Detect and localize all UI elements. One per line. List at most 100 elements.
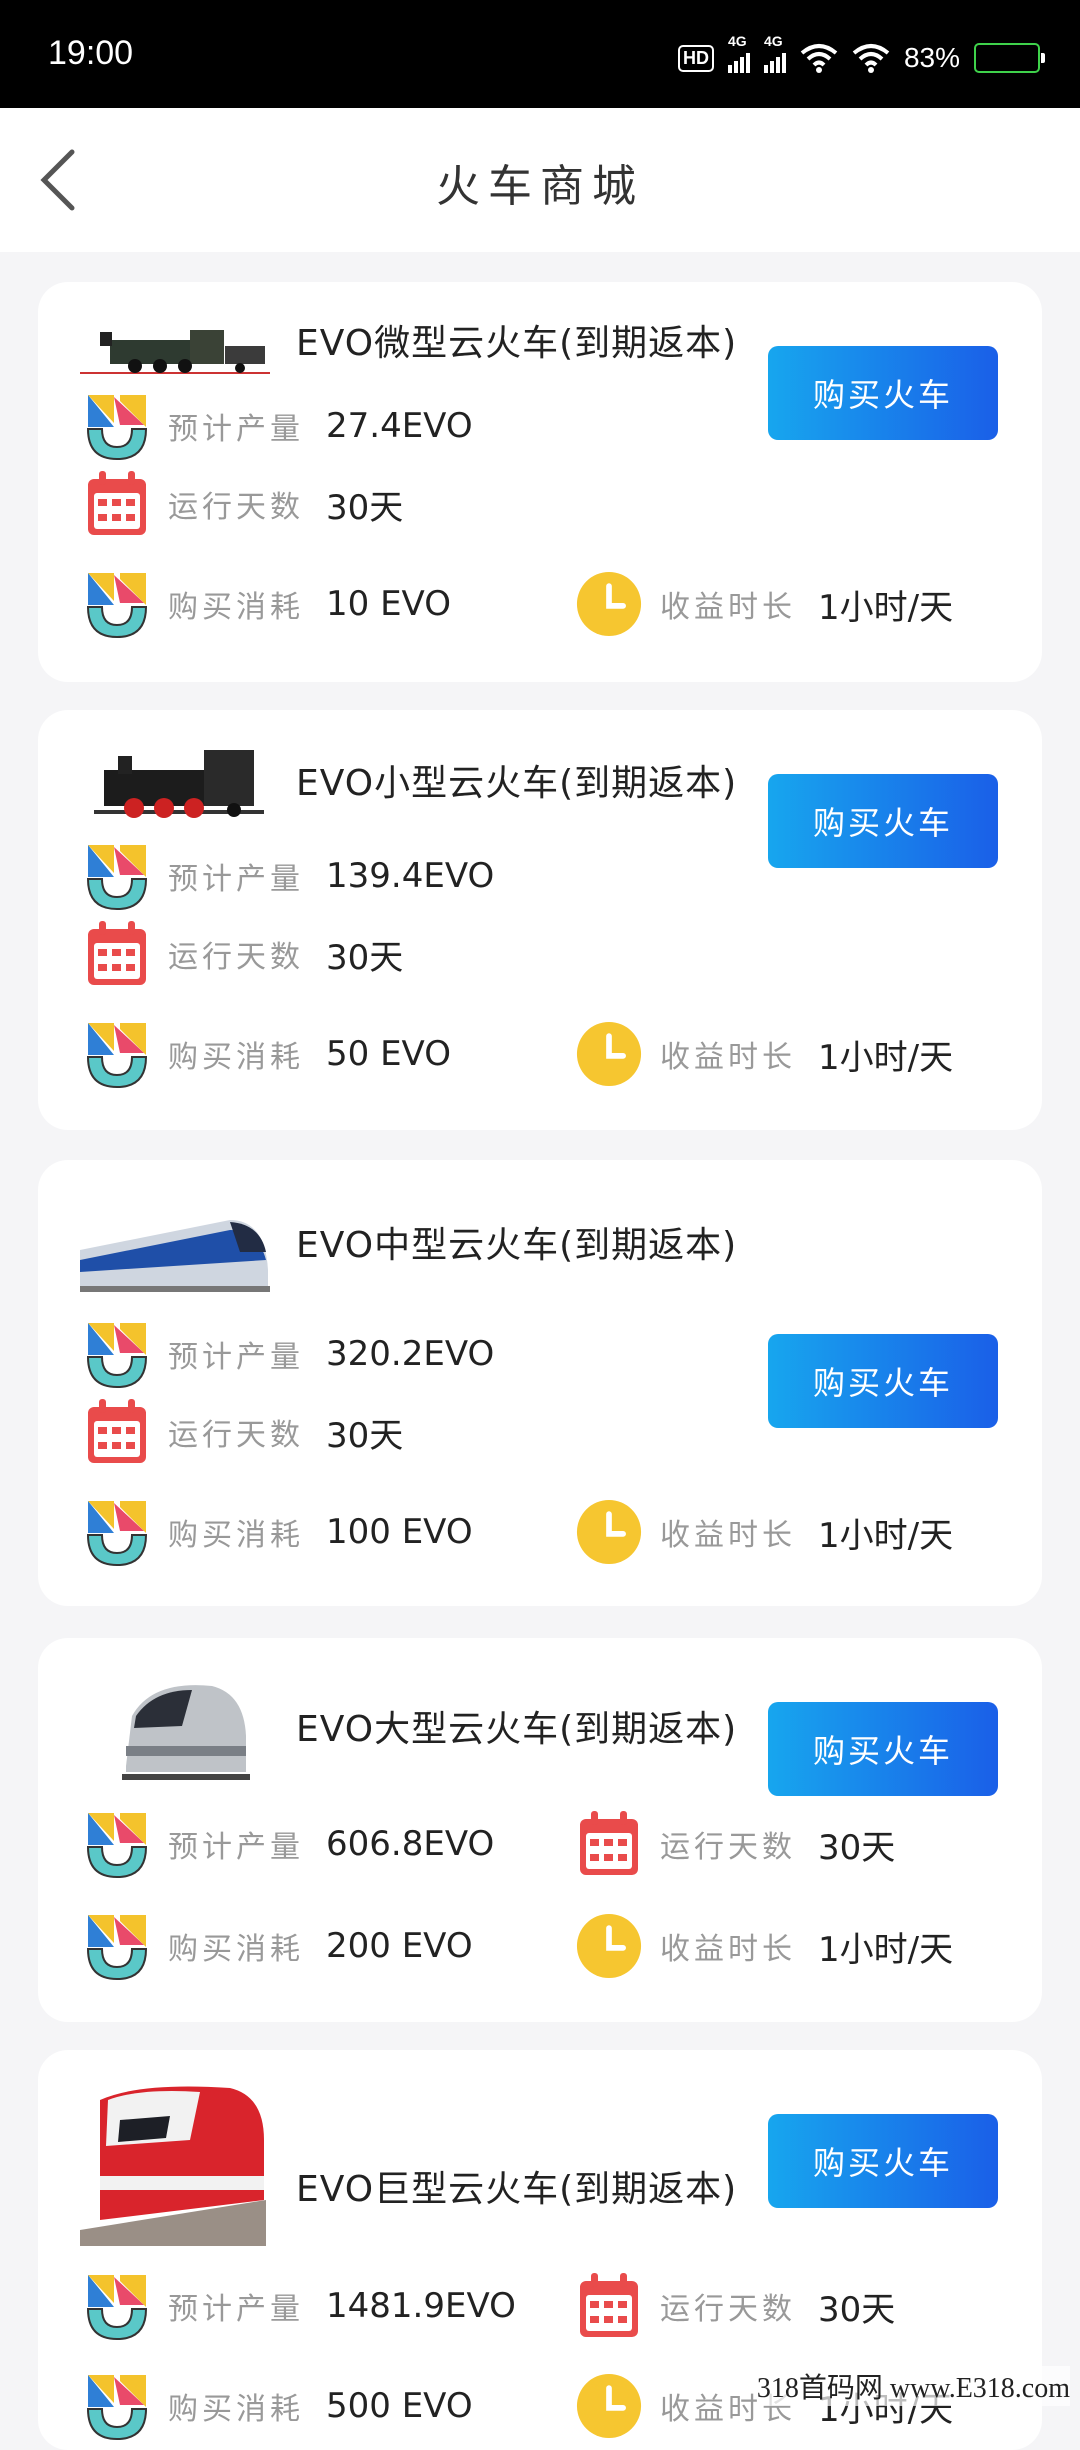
cost-row: 购买消耗 10 EVO bbox=[84, 568, 451, 640]
output-value: 320.2EVO bbox=[326, 1334, 495, 1374]
duration-label: 收益时长 bbox=[660, 1040, 796, 1075]
clock-icon bbox=[576, 569, 642, 639]
days-label: 运行天数 bbox=[168, 940, 304, 975]
output-value: 27.4EVO bbox=[326, 406, 473, 446]
train-image bbox=[80, 1220, 270, 1292]
buy-train-button[interactable]: 购买火车 bbox=[768, 346, 998, 440]
cost-value: 500 EVO bbox=[326, 2386, 473, 2426]
evo-logo-icon bbox=[84, 1911, 150, 1981]
days-row: 运行天数 30天 bbox=[84, 1396, 403, 1468]
days-value: 30天 bbox=[326, 1415, 404, 1456]
evo-logo-icon bbox=[84, 2271, 150, 2341]
output-row: 预计产量 606.8EVO bbox=[84, 1808, 494, 1880]
hd-icon: HD bbox=[677, 44, 714, 72]
app-header: 火车商城 bbox=[0, 108, 1080, 252]
duration-value: 1小时/天 bbox=[818, 587, 954, 628]
output-row: 预计产量 320.2EVO bbox=[84, 1318, 494, 1390]
output-value: 606.8EVO bbox=[326, 1824, 495, 1864]
train-image bbox=[80, 330, 270, 374]
duration-label: 收益时长 bbox=[660, 1518, 796, 1553]
cost-row: 购买消耗 50 EVO bbox=[84, 1018, 451, 1090]
signal-icon: 4G bbox=[727, 33, 750, 73]
cost-label: 购买消耗 bbox=[168, 1932, 304, 1967]
clock-icon bbox=[576, 1019, 642, 1089]
wifi-icon bbox=[800, 44, 838, 73]
calendar-icon bbox=[576, 2271, 642, 2341]
days-row: 运行天数 30天 bbox=[84, 918, 403, 990]
cost-label: 购买消耗 bbox=[168, 590, 304, 625]
cost-value: 100 EVO bbox=[326, 1512, 473, 1552]
duration-row: 收益时长 1小时/天 bbox=[576, 568, 953, 640]
train-image bbox=[94, 750, 264, 818]
days-label: 运行天数 bbox=[660, 2292, 796, 2327]
clock-icon bbox=[576, 1911, 642, 1981]
evo-logo-icon bbox=[84, 1319, 150, 1389]
duration-value: 1小时/天 bbox=[818, 1515, 954, 1556]
train-card: EVO大型云火车(到期返本) 购买火车 预计产量 606.8EVO 运行天数 3… bbox=[38, 1638, 1042, 2022]
network-type-label: 4G bbox=[763, 33, 783, 49]
output-label: 预计产量 bbox=[168, 412, 304, 447]
train-card: EVO中型云火车(到期返本) 购买火车 预计产量 320.2EVO 运行天数 3… bbox=[38, 1160, 1042, 1606]
output-row: 预计产量 27.4EVO bbox=[84, 390, 473, 462]
status-time: 19:00 bbox=[48, 34, 134, 72]
cost-value: 50 EVO bbox=[326, 1034, 451, 1074]
train-name: EVO巨型云火车(到期返本) bbox=[296, 2169, 738, 2210]
days-row: 运行天数 30天 bbox=[576, 1808, 895, 1880]
output-value: 1481.9EVO bbox=[326, 2286, 516, 2326]
train-image bbox=[122, 1685, 250, 1780]
calendar-icon bbox=[84, 1397, 150, 1467]
cost-label: 购买消耗 bbox=[168, 1518, 304, 1553]
battery-icon bbox=[974, 43, 1045, 73]
calendar-icon bbox=[84, 919, 150, 989]
duration-label: 收益时长 bbox=[660, 1932, 796, 1967]
evo-logo-icon bbox=[84, 1497, 150, 1567]
output-row: 预计产量 1481.9EVO bbox=[84, 2270, 516, 2342]
cost-value: 10 EVO bbox=[326, 584, 451, 624]
page-title: 火车商城 bbox=[436, 161, 644, 212]
buy-train-button[interactable]: 购买火车 bbox=[768, 2114, 998, 2208]
cost-value: 200 EVO bbox=[326, 1926, 473, 1966]
days-value: 30天 bbox=[818, 1827, 896, 1868]
days-label: 运行天数 bbox=[168, 1418, 304, 1453]
battery-percent: 83% bbox=[903, 42, 960, 73]
train-card: EVO小型云火车(到期返本) 购买火车 预计产量 139.4EVO 运行天数 3… bbox=[38, 710, 1042, 1130]
duration-row: 收益时长 1小时/天 bbox=[576, 1018, 953, 1090]
buy-train-button[interactable]: 购买火车 bbox=[768, 1334, 998, 1428]
buy-train-button[interactable]: 购买火车 bbox=[768, 774, 998, 868]
days-row: 运行天数 30天 bbox=[84, 468, 403, 540]
duration-value: 1小时/天 bbox=[818, 1929, 954, 1970]
buy-train-button[interactable]: 购买火车 bbox=[768, 1702, 998, 1796]
wifi-icon bbox=[852, 44, 890, 73]
train-card: EVO微型云火车(到期返本) 购买火车 预计产量 27.4EVO 运行天数 30… bbox=[38, 282, 1042, 682]
watermark: 318首码网 www.E318.com bbox=[756, 2366, 1070, 2406]
evo-logo-icon bbox=[84, 391, 150, 461]
clock-icon bbox=[576, 1497, 642, 1567]
calendar-icon bbox=[84, 469, 150, 539]
output-value: 139.4EVO bbox=[326, 856, 495, 896]
train-name: EVO大型云火车(到期返本) bbox=[296, 1709, 738, 1750]
days-value: 30天 bbox=[326, 487, 404, 528]
clock-icon bbox=[576, 2371, 642, 2441]
status-bar: 19:00 HD 4G 4G 83% bbox=[0, 0, 1080, 108]
days-value: 30天 bbox=[818, 2289, 896, 2330]
days-row: 运行天数 30天 bbox=[576, 2270, 895, 2342]
signal-icon: 4G bbox=[763, 33, 786, 73]
days-label: 运行天数 bbox=[168, 490, 304, 525]
train-name: EVO小型云火车(到期返本) bbox=[296, 763, 738, 804]
output-label: 预计产量 bbox=[168, 1340, 304, 1375]
evo-logo-icon bbox=[84, 1809, 150, 1879]
network-type-label: 4G bbox=[727, 33, 747, 49]
output-label: 预计产量 bbox=[168, 862, 304, 897]
cost-row: 购买消耗 500 EVO bbox=[84, 2370, 473, 2442]
evo-logo-icon bbox=[84, 2371, 150, 2441]
days-value: 30天 bbox=[326, 937, 404, 978]
train-image bbox=[80, 2086, 266, 2246]
cost-label: 购买消耗 bbox=[168, 1040, 304, 1075]
duration-row: 收益时长 1小时/天 bbox=[576, 1496, 953, 1568]
output-row: 预计产量 139.4EVO bbox=[84, 840, 494, 912]
train-name: EVO中型云火车(到期返本) bbox=[296, 1225, 738, 1266]
cost-label: 购买消耗 bbox=[168, 2392, 304, 2427]
status-icons: HD 4G 4G 83% bbox=[677, 33, 1045, 78]
calendar-icon bbox=[576, 1809, 642, 1879]
evo-logo-icon bbox=[84, 841, 150, 911]
